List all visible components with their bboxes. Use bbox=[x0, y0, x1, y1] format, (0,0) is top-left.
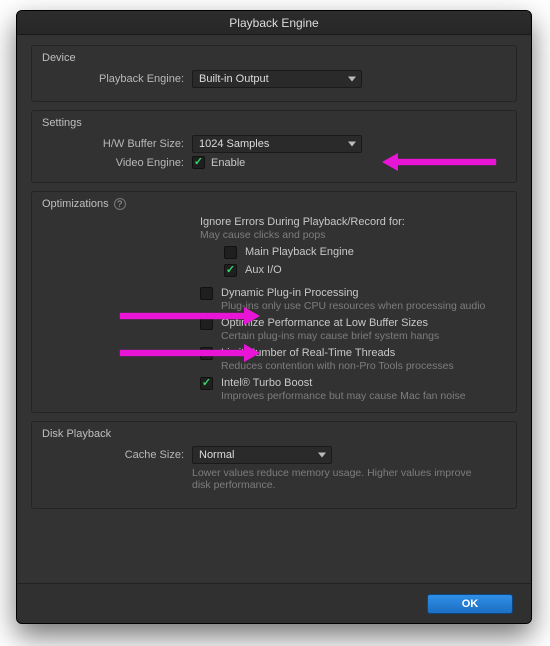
main-engine-checkbox[interactable] bbox=[224, 246, 237, 259]
cache-size-value: Normal bbox=[199, 449, 234, 461]
ok-button[interactable]: OK bbox=[427, 594, 513, 614]
chevron-down-icon bbox=[348, 142, 356, 147]
ignore-errors-heading: Ignore Errors During Playback/Record for… bbox=[200, 216, 506, 228]
disk-playback-group: Disk Playback Cache Size: Normal Lower v… bbox=[31, 421, 517, 509]
video-enable-text: Enable bbox=[211, 157, 245, 169]
cache-size-hint: Lower values reduce memory usage. Higher… bbox=[192, 467, 492, 491]
limit-threads-checkbox[interactable] bbox=[200, 347, 213, 360]
turbo-boost-checkbox[interactable] bbox=[200, 377, 213, 390]
optimizations-title-text: Optimizations bbox=[42, 198, 109, 210]
main-engine-label: Main Playback Engine bbox=[245, 246, 354, 258]
buffer-size-value: 1024 Samples bbox=[199, 138, 269, 150]
optimizations-group-title: Optimizations ? bbox=[42, 198, 506, 210]
window-title: Playback Engine bbox=[17, 11, 531, 35]
buffer-size-label: H/W Buffer Size: bbox=[42, 138, 192, 150]
optimize-low-buffer-checkbox[interactable] bbox=[200, 317, 213, 330]
settings-group-title: Settings bbox=[42, 117, 506, 129]
settings-group: Settings H/W Buffer Size: 1024 Samples V… bbox=[31, 110, 517, 183]
disk-group-title: Disk Playback bbox=[42, 428, 506, 440]
optimizations-group: Optimizations ? Ignore Errors During Pla… bbox=[31, 191, 517, 413]
playback-engine-label: Playback Engine: bbox=[42, 73, 192, 85]
dynamic-plugin-label: Dynamic Plug-in Processing bbox=[221, 287, 485, 299]
buffer-size-select[interactable]: 1024 Samples bbox=[192, 135, 362, 153]
dynamic-plugin-hint: Plug-ins only use CPU resources when pro… bbox=[221, 300, 485, 312]
dialog-footer: OK bbox=[17, 583, 531, 623]
limit-threads-hint: Reduces contention with non-Pro Tools pr… bbox=[221, 360, 454, 372]
optimize-low-buffer-label: Optimize Performance at Low Buffer Sizes bbox=[221, 317, 439, 329]
chevron-down-icon bbox=[348, 77, 356, 82]
cache-size-label: Cache Size: bbox=[42, 449, 192, 461]
playback-engine-select[interactable]: Built-in Output bbox=[192, 70, 362, 88]
turbo-boost-hint: Improves performance but may cause Mac f… bbox=[221, 390, 466, 402]
video-enable-checkbox[interactable] bbox=[192, 156, 205, 169]
chevron-down-icon bbox=[318, 453, 326, 458]
aux-io-checkbox[interactable] bbox=[224, 264, 237, 277]
aux-io-label: Aux I/O bbox=[245, 264, 282, 276]
playback-engine-dialog: Playback Engine Device Playback Engine: … bbox=[16, 10, 532, 624]
limit-threads-label: Limit Number of Real-Time Threads bbox=[221, 347, 454, 359]
optimizations-content: Ignore Errors During Playback/Record for… bbox=[200, 216, 506, 402]
help-icon[interactable]: ? bbox=[114, 198, 126, 210]
turbo-boost-label: Intel® Turbo Boost bbox=[221, 377, 466, 389]
video-engine-label: Video Engine: bbox=[42, 157, 192, 169]
cache-size-select[interactable]: Normal bbox=[192, 446, 332, 464]
dynamic-plugin-checkbox[interactable] bbox=[200, 287, 213, 300]
ignore-errors-hint: May cause clicks and pops bbox=[200, 229, 506, 241]
dialog-body: Device Playback Engine: Built-in Output … bbox=[17, 35, 531, 529]
optimize-low-buffer-hint: Certain plug-ins may cause brief system … bbox=[221, 330, 439, 342]
playback-engine-value: Built-in Output bbox=[199, 73, 269, 85]
device-group-title: Device bbox=[42, 52, 506, 64]
device-group: Device Playback Engine: Built-in Output bbox=[31, 45, 517, 102]
